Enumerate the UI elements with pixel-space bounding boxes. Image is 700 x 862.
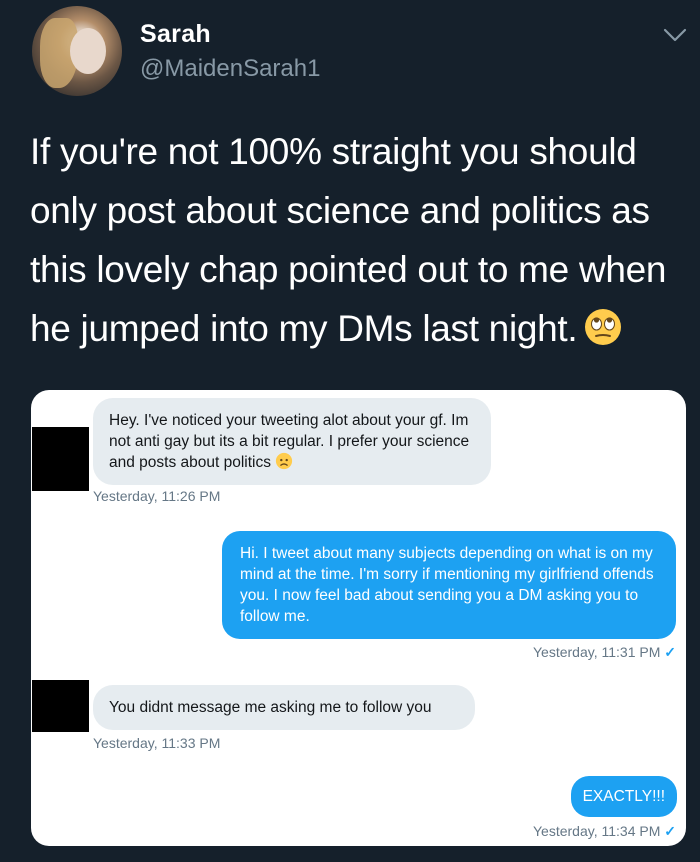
read-check-icon: ✓ (664, 644, 676, 660)
profile-avatar[interactable] (32, 6, 122, 96)
message-text: EXACTLY!!! (582, 788, 665, 805)
message-timestamp-row: Yesterday, 11:31 PM ✓ (533, 644, 676, 661)
tweet-body: If you're not 100% straight you should o… (30, 131, 667, 349)
message-bubble-outgoing: Hi. I tweet about many subjects dependin… (222, 531, 676, 639)
dm-screenshot: Hey. I've noticed your tweeting alot abo… (31, 390, 686, 846)
user-handle[interactable]: @MaidenSarah1 (140, 55, 320, 83)
message-bubble-incoming: Hey. I've noticed your tweeting alot abo… (93, 398, 491, 485)
read-check-icon: ✓ (664, 823, 676, 839)
eye-roll-emoji-icon (585, 309, 622, 345)
message-text: Hi. I tweet about many subjects dependin… (240, 545, 654, 625)
message-bubble-incoming: You didnt message me asking me to follow… (93, 685, 475, 730)
message-timestamp: Yesterday, 11:34 PM (533, 823, 661, 839)
tweet-text: If you're not 100% straight you should o… (30, 122, 690, 358)
message-timestamp: Yesterday, 11:33 PM (93, 735, 221, 751)
display-name[interactable]: Sarah (140, 20, 211, 49)
worried-face-emoji-icon (275, 452, 293, 470)
message-timestamp: Yesterday, 11:26 PM (93, 488, 221, 504)
message-timestamp: Yesterday, 11:31 PM (533, 644, 661, 660)
message-timestamp-row: Yesterday, 11:34 PM ✓ (533, 823, 676, 840)
redacted-avatar (32, 680, 89, 732)
redacted-avatar (32, 427, 89, 491)
avatar-face (70, 28, 106, 74)
message-bubble-outgoing: EXACTLY!!! (570, 776, 677, 817)
message-text: You didnt message me asking me to follow… (109, 699, 432, 716)
chevron-down-icon[interactable] (662, 26, 688, 44)
